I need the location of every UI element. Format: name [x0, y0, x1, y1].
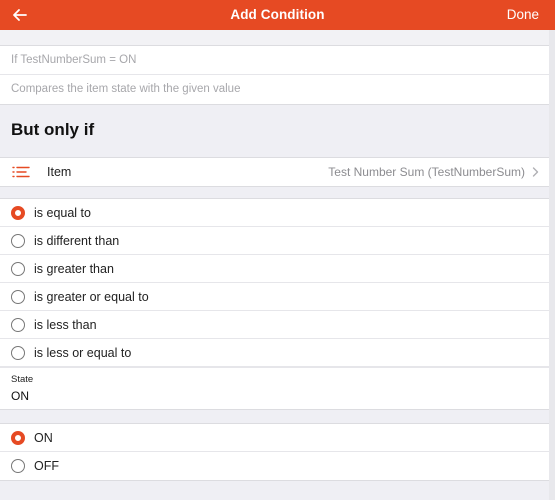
condition-description-row: Compares the item state with the given v… — [0, 75, 549, 104]
item-value: Test Number Sum (TestNumberSum) — [328, 165, 525, 179]
condition-summary: If TestNumberSum = ON Compares the item … — [0, 45, 549, 105]
state-option-on[interactable]: ON — [0, 424, 549, 452]
item-group: Item Test Number Sum (TestNumberSum) — [0, 157, 549, 187]
list-icon — [12, 166, 30, 178]
operator-label: is equal to — [34, 206, 91, 220]
item-label: Item — [47, 165, 72, 179]
condition-text: If TestNumberSum = ON — [11, 54, 137, 66]
operator-label: is different than — [34, 234, 120, 248]
radio-selected-icon[interactable] — [11, 431, 25, 445]
operator-option-greater-or-equal[interactable]: is greater or equal to — [0, 283, 549, 311]
page-title: Add Condition — [230, 7, 325, 22]
state-label: State — [11, 374, 34, 385]
section-title: But only if — [11, 120, 95, 139]
operator-group: is equal to is different than is greater… — [0, 198, 549, 410]
condition-text-row: If TestNumberSum = ON — [0, 46, 549, 75]
radio-empty-icon[interactable] — [11, 318, 25, 332]
radio-empty-icon[interactable] — [11, 346, 25, 360]
radio-empty-icon[interactable] — [11, 262, 25, 276]
operator-label: is greater than — [34, 262, 114, 276]
navigation-bar: Add Condition Done — [0, 0, 555, 30]
state-options-group: ON OFF — [0, 423, 549, 481]
operator-label: is less or equal to — [34, 346, 132, 360]
state-option-label: OFF — [34, 459, 59, 473]
state-option-off[interactable]: OFF — [0, 452, 549, 480]
item-selector-row[interactable]: Item Test Number Sum (TestNumberSum) — [0, 158, 549, 186]
operator-option-greater[interactable]: is greater than — [0, 255, 549, 283]
operator-option-less[interactable]: is less than — [0, 311, 549, 339]
radio-empty-icon[interactable] — [11, 234, 25, 248]
radio-empty-icon[interactable] — [11, 459, 25, 473]
operator-option-less-or-equal[interactable]: is less or equal to — [0, 339, 549, 367]
top-spacer — [0, 30, 555, 45]
state-field[interactable]: State ON — [0, 367, 549, 409]
condition-description: Compares the item state with the given v… — [11, 83, 241, 95]
chevron-right-icon — [532, 167, 539, 177]
operator-label: is greater or equal to — [34, 290, 149, 304]
operator-option-different[interactable]: is different than — [0, 227, 549, 255]
radio-empty-icon[interactable] — [11, 290, 25, 304]
radio-selected-icon[interactable] — [11, 206, 25, 220]
scrollbar[interactable] — [549, 30, 555, 500]
operator-label: is less than — [34, 318, 97, 332]
operator-option-equal[interactable]: is equal to — [0, 199, 549, 227]
done-button[interactable]: Done — [507, 7, 539, 22]
state-option-label: ON — [34, 431, 53, 445]
state-value[interactable]: ON — [11, 389, 29, 403]
